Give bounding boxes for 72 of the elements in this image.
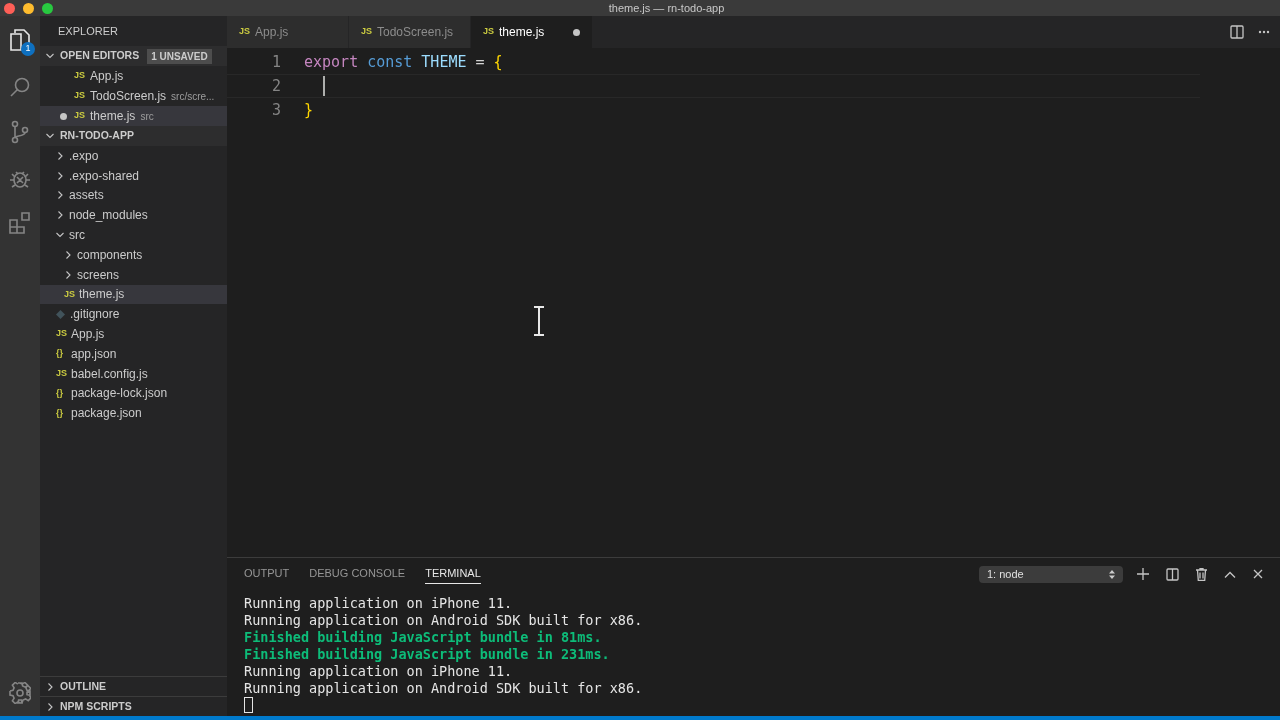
terminal-line: Running application on iPhone 11. — [244, 663, 514, 680]
text-caret — [323, 76, 325, 96]
chevron-down-icon — [56, 231, 64, 240]
maximize-window-icon[interactable] — [42, 2, 53, 14]
tree-item[interactable]: JS theme.js — [40, 284, 227, 305]
extensions-icon[interactable] — [9, 212, 31, 234]
terminal-line: Finished building JavaScript bundle in 81ms. — [244, 629, 603, 646]
chevron-down-icon — [46, 52, 54, 60]
search-icon[interactable] — [9, 76, 31, 98]
trash-icon[interactable] — [1196, 567, 1207, 581]
tree-item[interactable]: .expo-shared — [40, 165, 227, 186]
terminal-cursor — [244, 697, 253, 713]
chevron-right-icon — [64, 250, 72, 259]
source-control-icon[interactable] — [10, 120, 30, 144]
section-header[interactable]: RN-TODO-APP — [40, 126, 227, 146]
panel-tab[interactable]: TERMINAL — [425, 564, 481, 584]
tree-item[interactable]: .gitignore — [40, 304, 227, 325]
tree-item[interactable]: assets — [40, 185, 227, 206]
tree-item[interactable]: components — [40, 245, 227, 265]
panel-tab[interactable]: OUTPUT — [244, 564, 290, 584]
chevron-right-icon — [56, 171, 64, 180]
window-title: theme.js — rn-todo-app — [608, 0, 725, 16]
line-number: 1 — [270, 51, 281, 73]
tree-item[interactable]: {} package-lock.json — [40, 383, 227, 404]
notification-badge: 1 — [21, 42, 35, 56]
terminal-line: Finished building JavaScript bundle in 231ms. — [244, 646, 611, 663]
sidebar-title: EXPLORER — [58, 23, 118, 39]
tree-item[interactable]: src — [40, 225, 227, 245]
tree-item[interactable]: {} app.json — [40, 343, 227, 364]
line-number: 3 — [270, 99, 281, 121]
code-line: export const THEME = { — [304, 51, 503, 73]
split-editor-icon[interactable] — [1230, 25, 1244, 39]
chevron-up-icon[interactable] — [1224, 570, 1236, 578]
tree-item[interactable]: {} package.json — [40, 403, 227, 424]
split-terminal-icon[interactable] — [1166, 567, 1179, 581]
section-header[interactable]: OUTLINE — [40, 676, 227, 696]
more-actions-icon[interactable] — [1258, 30, 1270, 34]
chevron-right-icon — [64, 270, 72, 279]
tree-item[interactable]: JS babel.config.js — [40, 363, 227, 384]
open-editor-item[interactable]: JS theme.js src — [40, 106, 227, 126]
open-editor-item[interactable]: JS App.js — [40, 66, 227, 86]
diamond-icon — [56, 309, 65, 319]
chevron-right-icon — [46, 702, 54, 711]
dropdown-arrows-icon — [1109, 569, 1115, 579]
terminal-line: Running application on iPhone 11. — [244, 595, 514, 612]
text-cursor-icon — [533, 306, 545, 336]
terminal-line: Running application on Android SDK built for x86. — [244, 612, 644, 629]
settings-icon[interactable] — [9, 682, 31, 704]
tree-item[interactable]: .expo — [40, 146, 227, 166]
tree-item[interactable]: screens — [40, 264, 227, 285]
tree-item[interactable]: JS App.js — [40, 324, 227, 344]
minimize-window-icon[interactable] — [23, 2, 34, 14]
chevron-right-icon — [56, 211, 64, 220]
chevron-right-icon — [56, 191, 64, 200]
tree-item[interactable]: node_modules — [40, 205, 227, 226]
chevron-right-icon — [46, 682, 54, 691]
chevron-down-icon — [46, 132, 54, 140]
chevron-right-icon — [56, 151, 64, 160]
open-editor-item[interactable]: JS TodoScreen.js src/scre... — [40, 86, 227, 106]
terminal-line: Running application on Android SDK built for x86. — [244, 680, 644, 697]
unsaved-badge: 1 UNSAVED — [147, 48, 212, 64]
section-header[interactable]: OPEN EDITORS 1 UNSAVED — [40, 46, 227, 66]
line-number: 2 — [270, 75, 281, 97]
new-terminal-icon[interactable] — [1137, 568, 1149, 580]
close-icon[interactable] — [1253, 569, 1263, 579]
terminal-select[interactable]: 1: node — [979, 565, 1123, 583]
editor-tab[interactable]: JS theme.js — [471, 16, 593, 48]
code-line: } — [304, 99, 314, 121]
editor-tab[interactable]: JS TodoScreen.js — [349, 16, 471, 48]
editor-tab[interactable]: JS App.js — [227, 16, 349, 48]
panel-tab[interactable]: DEBUG CONSOLE — [309, 564, 406, 584]
close-window-icon[interactable] — [4, 2, 15, 14]
